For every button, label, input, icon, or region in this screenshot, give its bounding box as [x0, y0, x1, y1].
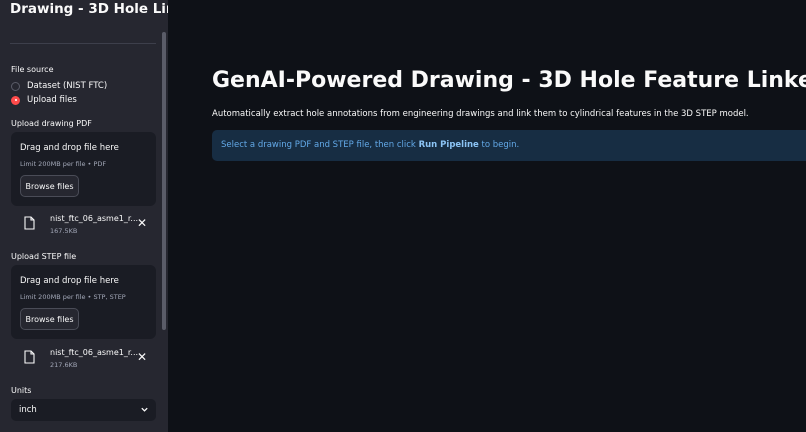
uploaded-pdf-size: 167.5KB [50, 227, 78, 235]
page-title: GenAI-Powered Drawing - 3D Hole Feature … [212, 68, 806, 93]
sidebar-scrollbar[interactable] [162, 32, 166, 330]
radio-button-upload-files[interactable] [11, 95, 20, 105]
units-select[interactable]: inch [11, 399, 156, 421]
step-dropzone[interactable]: Drag and drop file here Limit 200MB per … [11, 265, 156, 339]
uploaded-step-item: nist_ftc_06_asme1_r... 217.6KB ✕ [11, 345, 156, 373]
radio-button-dataset[interactable] [11, 81, 20, 91]
pdf-dropzone[interactable]: Drag and drop file here Limit 200MB per … [11, 132, 156, 206]
pdf-dropzone-title: Drag and drop file here [20, 143, 119, 153]
browse-pdf-button[interactable]: Browse files [20, 175, 79, 197]
uploaded-step-name: nist_ftc_06_asme1_r... [50, 348, 139, 357]
radio-dataset[interactable]: Dataset (NIST FTC) [11, 80, 107, 92]
pdf-dropzone-limit: Limit 200MB per file • PDF [20, 160, 107, 168]
upload-step-label: Upload STEP file [11, 252, 77, 261]
uploaded-step-size: 217.6KB [50, 361, 78, 369]
sidebar-title: Drawing - 3D Hole Linker [10, 1, 168, 17]
info-text-suffix: to begin. [478, 140, 520, 150]
radio-label-upload-files: Upload files [27, 95, 77, 105]
uploaded-pdf-item: nist_ftc_06_asme1_r... 167.5KB ✕ [11, 211, 156, 239]
units-select-value: inch [19, 405, 37, 415]
radio-upload-files[interactable]: Upload files [11, 94, 77, 106]
file-source-label: File source [11, 65, 54, 74]
info-alert: Select a drawing PDF and STEP file, then… [212, 130, 806, 161]
sidebar-divider [10, 43, 156, 44]
close-icon[interactable]: ✕ [137, 351, 147, 363]
page-description: Automatically extract hole annotations f… [212, 109, 749, 119]
info-text-emphasis: Run Pipeline [418, 140, 479, 150]
uploaded-pdf-name: nist_ftc_06_asme1_r... [50, 214, 139, 223]
sidebar: Drawing - 3D Hole Linker File source Dat… [0, 0, 168, 432]
info-text-prefix: Select a drawing PDF and STEP file, then… [221, 140, 419, 150]
close-icon[interactable]: ✕ [137, 217, 147, 229]
browse-step-button[interactable]: Browse files [20, 308, 79, 330]
step-dropzone-limit: Limit 200MB per file • STP, STEP [20, 293, 126, 301]
upload-pdf-label: Upload drawing PDF [11, 119, 92, 128]
file-icon [24, 350, 35, 364]
info-text: Select a drawing PDF and STEP file, then… [221, 140, 519, 150]
units-label: Units [11, 386, 32, 395]
file-icon [24, 216, 35, 230]
radio-label-dataset: Dataset (NIST FTC) [27, 81, 108, 91]
chevron-down-icon [141, 407, 148, 412]
step-dropzone-title: Drag and drop file here [20, 276, 119, 286]
